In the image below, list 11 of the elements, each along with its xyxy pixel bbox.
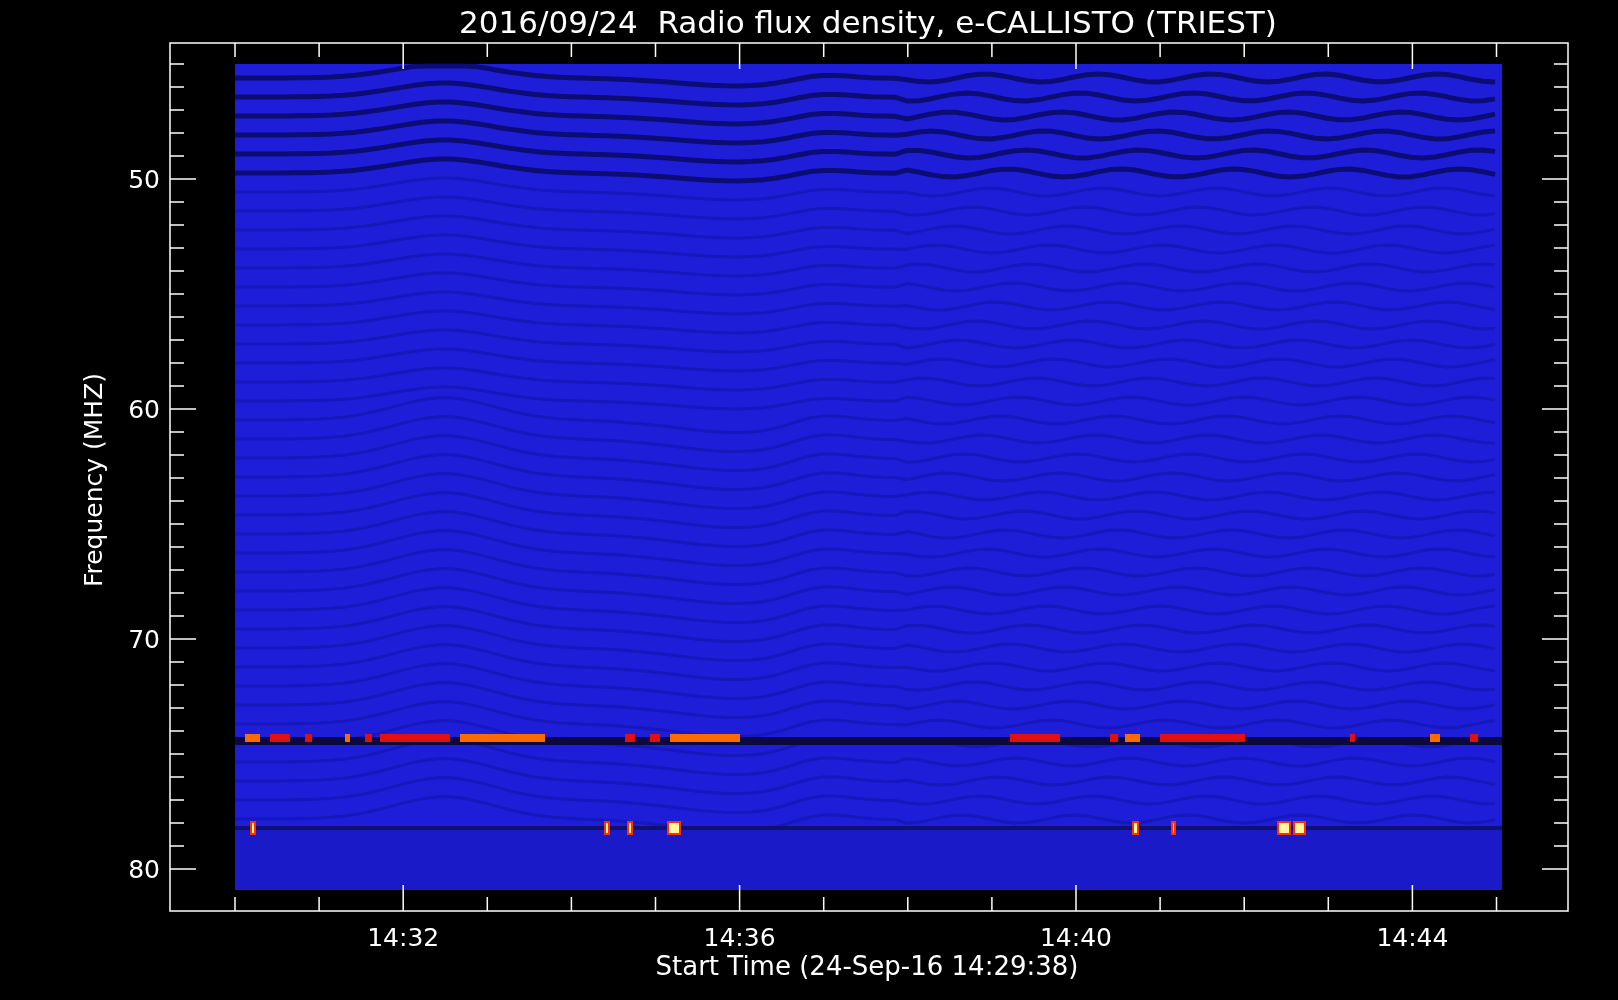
y-tick-label: 60 (128, 395, 160, 424)
x-axis-label: Start Time (24-Sep-16 14:29:38) (655, 951, 1079, 981)
x-tick-label: 14:36 (703, 923, 776, 952)
plot-title: 2016/09/24 Radio flux density, e-CALLISTO (TRIEST) (459, 4, 1277, 40)
y-tick-label: 70 (128, 625, 160, 654)
y-tick-label: 50 (128, 165, 160, 194)
y-tick-label: 80 (128, 855, 160, 884)
x-tick-label: 14:40 (1040, 923, 1112, 952)
y-axis-label: Frequency (MHZ) (79, 372, 108, 588)
x-tick-label: 14:32 (367, 923, 440, 952)
x-tick-label: 14:44 (1376, 923, 1449, 952)
